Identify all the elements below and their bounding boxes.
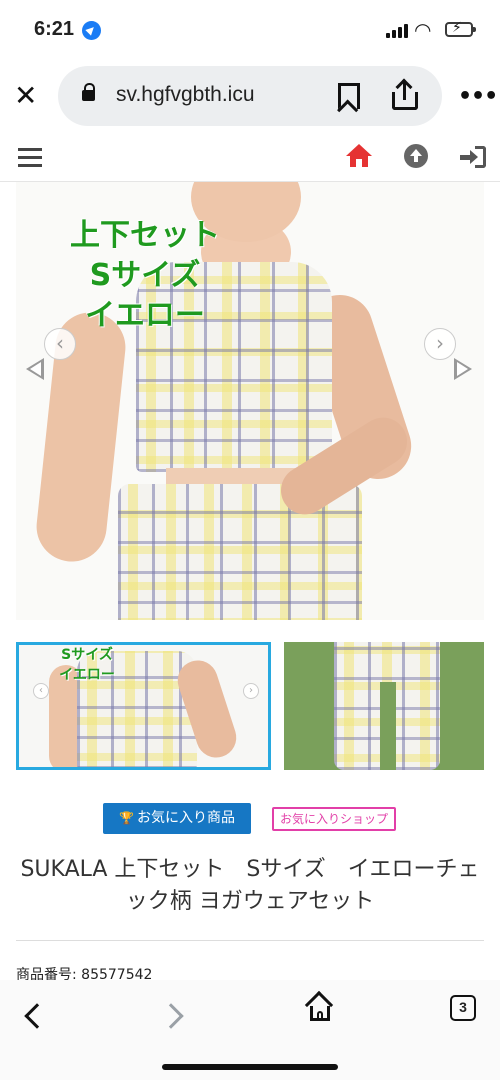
lock-icon [82, 83, 95, 101]
wifi-icon: ◠ [414, 18, 432, 42]
thumb-overlay-text: Sサイズ イエロー [59, 647, 115, 683]
status-bar: 6:21 ◠ ⚡ [0, 0, 500, 60]
favorite-product-button[interactable]: 🏆 お気に入り商品 [103, 803, 251, 834]
home-icon[interactable] [346, 144, 372, 168]
hamburger-menu-icon[interactable] [18, 148, 42, 168]
product-main-image[interactable]: 上下セット Sサイズ イエロー ‹ › [16, 182, 484, 620]
home-indicator[interactable] [162, 1064, 338, 1070]
favorite-shop-button[interactable]: お気に入りショップ [272, 807, 396, 831]
browser-toolbar: 3 [0, 980, 500, 1080]
image-next-button[interactable]: › [424, 328, 456, 360]
image-prev-button[interactable]: ‹ [44, 328, 76, 360]
tabs-icon[interactable]: 3 [450, 995, 476, 1021]
forward-icon[interactable] [158, 1003, 184, 1029]
status-time: 6:21 [34, 18, 75, 40]
url-text[interactable]: sv.hgfvgbth.icu [116, 83, 255, 107]
share-icon[interactable] [392, 78, 418, 110]
login-icon[interactable] [460, 146, 486, 168]
location-arrow-icon [82, 21, 101, 40]
thumb-prev-icon: ‹ [33, 683, 49, 699]
close-icon[interactable]: ✕ [14, 82, 37, 110]
thumbnail-strip: Sサイズ イエロー ‹ › [16, 642, 484, 770]
thumbnail-1-selected[interactable]: Sサイズ イエロー ‹ › [16, 642, 271, 770]
image-overlay-text: 上下セット Sサイズ イエロー [70, 218, 220, 333]
home-icon[interactable] [304, 990, 334, 1022]
trophy-icon: 🏆 [119, 811, 134, 825]
thumbnail-2[interactable] [284, 642, 484, 770]
slider-prev-arrow-icon[interactable] [26, 358, 44, 380]
bookmark-icon[interactable] [338, 83, 360, 109]
slider-next-arrow-icon[interactable] [454, 358, 472, 380]
back-icon[interactable] [24, 1003, 50, 1029]
address-bar[interactable]: sv.hgfvgbth.icu [58, 66, 442, 126]
more-icon[interactable]: ••• [458, 84, 498, 109]
charging-bolt-icon: ⚡ [452, 20, 462, 36]
product-title: SUKALA 上下セット Sサイズ イエローチェック柄 ヨガウェアセット [20, 857, 480, 914]
site-nav-bar [0, 134, 500, 182]
browser-address-row: ✕ sv.hgfvgbth.icu ••• [0, 62, 500, 130]
divider [16, 940, 484, 941]
signal-icon [386, 24, 408, 38]
thumb-next-icon: › [243, 683, 259, 699]
scroll-up-icon[interactable] [404, 144, 428, 168]
